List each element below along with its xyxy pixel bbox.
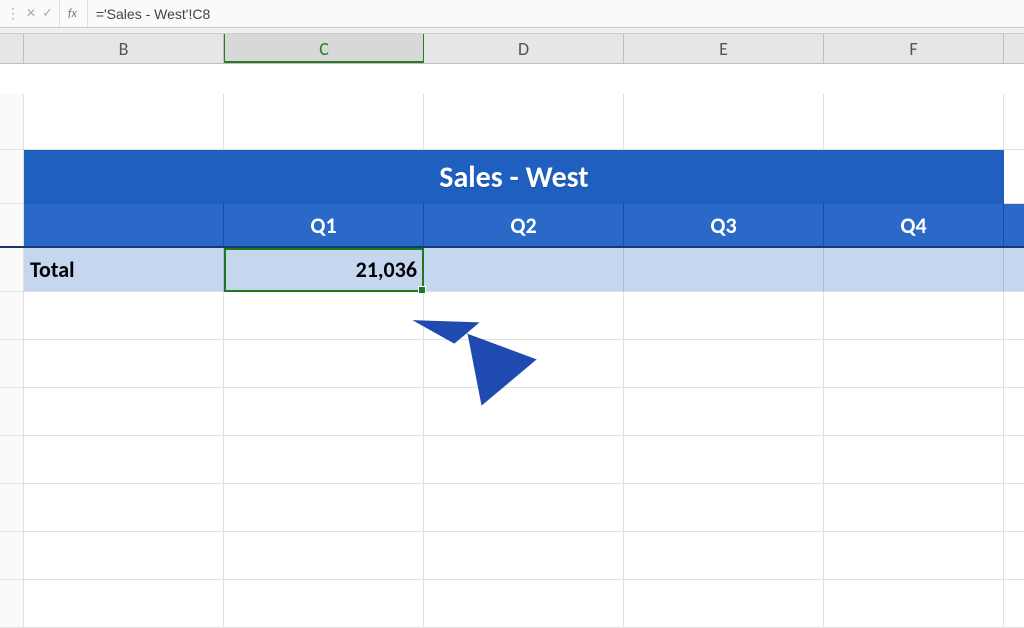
- column-header-c[interactable]: C: [224, 34, 424, 63]
- empty-row[interactable]: [0, 94, 1024, 150]
- column-headers: B C D E F: [0, 34, 1024, 64]
- column-header-f[interactable]: F: [824, 34, 1004, 63]
- title-row[interactable]: Sales - West: [0, 150, 1024, 204]
- header-row[interactable]: Q1 Q2 Q3 Q4: [0, 204, 1024, 248]
- column-header-e[interactable]: E: [624, 34, 824, 63]
- empty-row[interactable]: [0, 532, 1024, 580]
- header-q3: Q3: [624, 204, 824, 246]
- spreadsheet-grid[interactable]: B C D E F Sales - West Q1 Q2 Q3 Q4 Total…: [0, 34, 1024, 628]
- accept-formula-icon[interactable]: ✓: [42, 6, 53, 21]
- cell-total-q2[interactable]: [424, 248, 624, 291]
- header-q4: Q4: [824, 204, 1004, 246]
- column-header-d[interactable]: D: [424, 34, 624, 63]
- fx-label[interactable]: fx: [60, 0, 88, 27]
- data-row-total[interactable]: Total 21,036: [0, 248, 1024, 292]
- table-title: Sales - West: [24, 150, 1004, 204]
- menu-dots-icon[interactable]: ⋮: [6, 5, 20, 22]
- row-label-total: Total: [24, 248, 224, 291]
- header-q2: Q2: [424, 204, 624, 246]
- empty-row[interactable]: [0, 340, 1024, 388]
- cell-total-q1[interactable]: 21,036: [224, 248, 424, 291]
- formula-input[interactable]: [88, 6, 1024, 22]
- empty-row[interactable]: [0, 388, 1024, 436]
- formula-bar: ⋮ ✕ ✓ fx: [0, 0, 1024, 28]
- column-header-b[interactable]: B: [24, 34, 224, 63]
- empty-row[interactable]: [0, 580, 1024, 628]
- header-blank: [24, 204, 224, 246]
- empty-row[interactable]: [0, 484, 1024, 532]
- formula-bar-controls: ⋮ ✕ ✓: [0, 0, 60, 27]
- cell-total-q4[interactable]: [824, 248, 1004, 291]
- cell-total-q3[interactable]: [624, 248, 824, 291]
- cancel-formula-icon[interactable]: ✕: [26, 6, 36, 21]
- empty-row[interactable]: [0, 292, 1024, 340]
- header-q1: Q1: [224, 204, 424, 246]
- empty-row[interactable]: [0, 436, 1024, 484]
- corner-cell[interactable]: [0, 34, 24, 63]
